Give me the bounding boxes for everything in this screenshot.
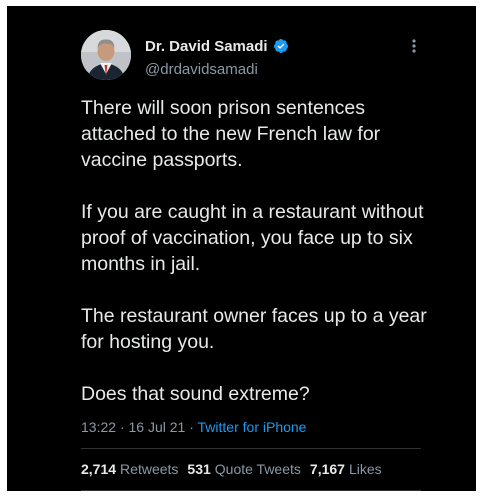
divider [81, 448, 421, 449]
meta-separator: · [119, 419, 125, 435]
retweets-stat[interactable]: 2,714 Retweets [81, 461, 178, 477]
likes-label: Likes [348, 461, 382, 477]
quote-tweets-count: 531 [187, 461, 211, 477]
tweet-card: Dr. David Samadi @drdavidsamadi There wi… [7, 6, 476, 491]
tweet-paragraph: There will soon prison sentences attache… [81, 97, 381, 171]
verified-badge-icon [273, 39, 288, 53]
quote-tweets-stat[interactable]: 531 Quote Tweets [187, 461, 301, 477]
likes-count: 7,167 [309, 461, 345, 477]
quote-tweets-label: Quote Tweets [214, 461, 301, 477]
tweet-paragraph: If you are caught in a restaurant withou… [81, 201, 424, 275]
screenshot-frame: Dr. David Samadi @drdavidsamadi There wi… [7, 6, 476, 491]
tweet-stats: 2,714 Retweets 531 Quote Tweets 7,167 Likes [81, 461, 382, 477]
meta-separator: · [189, 419, 194, 435]
author-name-row: Dr. David Samadi [145, 36, 289, 56]
tweet-paragraph: Does that sound extreme? [81, 383, 310, 405]
likes-stat[interactable]: 7,167 Likes [310, 461, 382, 477]
retweets-count: 2,714 [81, 461, 117, 477]
tweet-meta: 13:22 · 16 Jul 21 · Twitter for iPhone [81, 419, 306, 435]
tweet-source-link[interactable]: Twitter for iPhone [198, 419, 307, 435]
avatar[interactable] [81, 30, 131, 80]
retweets-label: Retweets [120, 461, 179, 477]
tweet-time[interactable]: 13:22 [81, 419, 116, 435]
more-options-icon[interactable] [407, 36, 421, 56]
divider [81, 490, 421, 491]
tweet-paragraph: The restaurant owner faces up to a year … [81, 305, 427, 353]
tweet-date[interactable]: 16 Jul 21 [129, 419, 186, 435]
author-handle[interactable]: @drdavidsamadi [145, 61, 258, 78]
tweet-text: There will soon prison sentences attache… [81, 95, 441, 407]
profile-photo-icon [81, 30, 131, 80]
author-display-name[interactable]: Dr. David Samadi [145, 38, 268, 55]
